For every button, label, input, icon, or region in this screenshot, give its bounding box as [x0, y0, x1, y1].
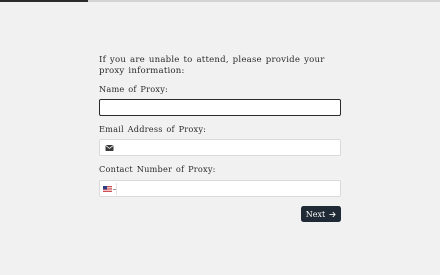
us-flag-icon[interactable]: [103, 186, 112, 192]
next-button[interactable]: Next: [301, 206, 341, 222]
proxy-phone-input[interactable]: [100, 186, 340, 201]
envelope-icon: [105, 145, 114, 151]
progress-bar-fill: [0, 0, 88, 2]
proxy-phone-field[interactable]: [99, 180, 341, 201]
proxy-name-input[interactable]: [100, 105, 340, 120]
arrow-right-icon: [329, 211, 336, 217]
proxy-email-input[interactable]: [100, 145, 340, 160]
proxy-email-field[interactable]: [99, 139, 341, 160]
next-button-label: Next: [305, 209, 326, 219]
country-divider: [116, 183, 117, 195]
question-text: If you are unable to attend, please prov…: [99, 55, 325, 76]
proxy-phone-label: Contact Number of Proxy:: [99, 164, 216, 174]
proxy-name-label: Name of Proxy:: [99, 84, 168, 94]
proxy-email-label: Email Address of Proxy:: [99, 124, 207, 134]
proxy-form: If you are unable to attend, please prov…: [99, 55, 341, 222]
proxy-name-field[interactable]: [99, 99, 341, 120]
progress-bar: [0, 0, 440, 2]
